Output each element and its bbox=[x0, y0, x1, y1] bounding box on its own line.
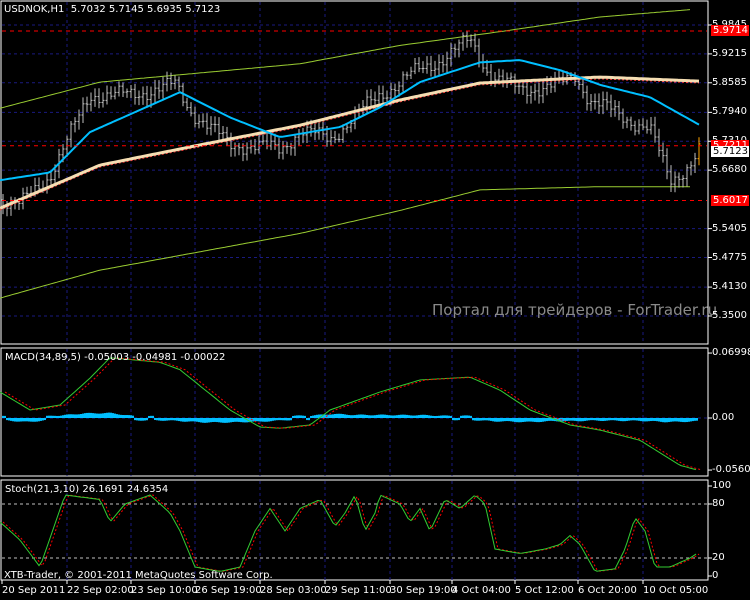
time-label: 22 Sep 02:00 bbox=[67, 585, 134, 596]
time-label: 29 Sep 11:00 bbox=[325, 585, 392, 596]
watermark: Портал для трейдеров - ForTrader.ru bbox=[432, 301, 718, 319]
chart-header: USDNOK,H1 5.7032 5.7145 5.6935 5.7123 bbox=[4, 4, 220, 15]
time-label: 6 Oct 20:00 bbox=[578, 585, 637, 596]
price-label: 5.3500 bbox=[712, 309, 747, 321]
ohlc-label: 5.7032 5.7145 5.6935 5.7123 bbox=[70, 4, 221, 15]
stoch-axis-label: 20 bbox=[712, 552, 725, 563]
time-label: 20 Sep 2011 bbox=[2, 585, 66, 596]
stoch-signal-line bbox=[2, 494, 700, 572]
ma-slow-line bbox=[0, 75, 700, 210]
price-label: 5.6680 bbox=[712, 164, 747, 176]
price-tag: 5.9714 bbox=[711, 25, 749, 36]
macd-axis-label: -0.05609 bbox=[712, 464, 750, 476]
macd-axis-label: 0.00 bbox=[712, 412, 735, 423]
envelope-lower-line bbox=[0, 186, 690, 299]
stoch-title: Stoch(21,3,10) 26.1691 24.6354 bbox=[5, 484, 169, 495]
time-label: 26 Sep 19:00 bbox=[195, 585, 262, 596]
ma-dotted-line bbox=[0, 78, 700, 211]
time-label: 4 Oct 04:00 bbox=[452, 585, 511, 596]
stoch-axis-label: 80 bbox=[712, 498, 725, 509]
macd-axis-label: 0.06998 bbox=[712, 347, 750, 359]
price-label: 5.4775 bbox=[712, 251, 747, 263]
stoch-axis-label: 0 bbox=[712, 570, 719, 581]
time-label: 28 Sep 03:00 bbox=[260, 585, 327, 596]
price-label: 5.9215 bbox=[712, 47, 747, 59]
time-label: 23 Sep 10:00 bbox=[131, 585, 198, 596]
price-label: 5.5405 bbox=[712, 222, 747, 234]
chart-canvas[interactable] bbox=[0, 0, 750, 600]
stoch-axis-label: 100 bbox=[712, 480, 732, 491]
price-label: 5.8585 bbox=[712, 76, 747, 88]
main-pane-border bbox=[0, 0, 709, 345]
time-label: 5 Oct 12:00 bbox=[515, 585, 574, 596]
time-label: 10 Oct 05:00 bbox=[643, 585, 709, 596]
price-tag: 5.6017 bbox=[711, 194, 749, 206]
price-label: 5.7940 bbox=[712, 106, 747, 118]
time-label: 30 Sep 19:00 bbox=[390, 585, 457, 596]
stoch-main-line bbox=[0, 494, 697, 572]
macd-title: MACD(34,89,5) -0.05003 -0.04981 -0.00022 bbox=[5, 352, 226, 363]
price-label: 5.4130 bbox=[712, 281, 747, 293]
copyright: XTB-Trader, © 2001-2011 MetaQuotes Softw… bbox=[4, 570, 273, 581]
macd-pane-border bbox=[0, 347, 709, 477]
stoch-pane-border bbox=[0, 479, 709, 581]
current-price-tag: 5.7123 bbox=[711, 145, 749, 157]
chart-window[interactable]: USDNOK,H1 5.7032 5.7145 5.6935 5.7123 MA… bbox=[0, 0, 750, 600]
symbol-label: USDNOK,H1 bbox=[4, 4, 65, 15]
